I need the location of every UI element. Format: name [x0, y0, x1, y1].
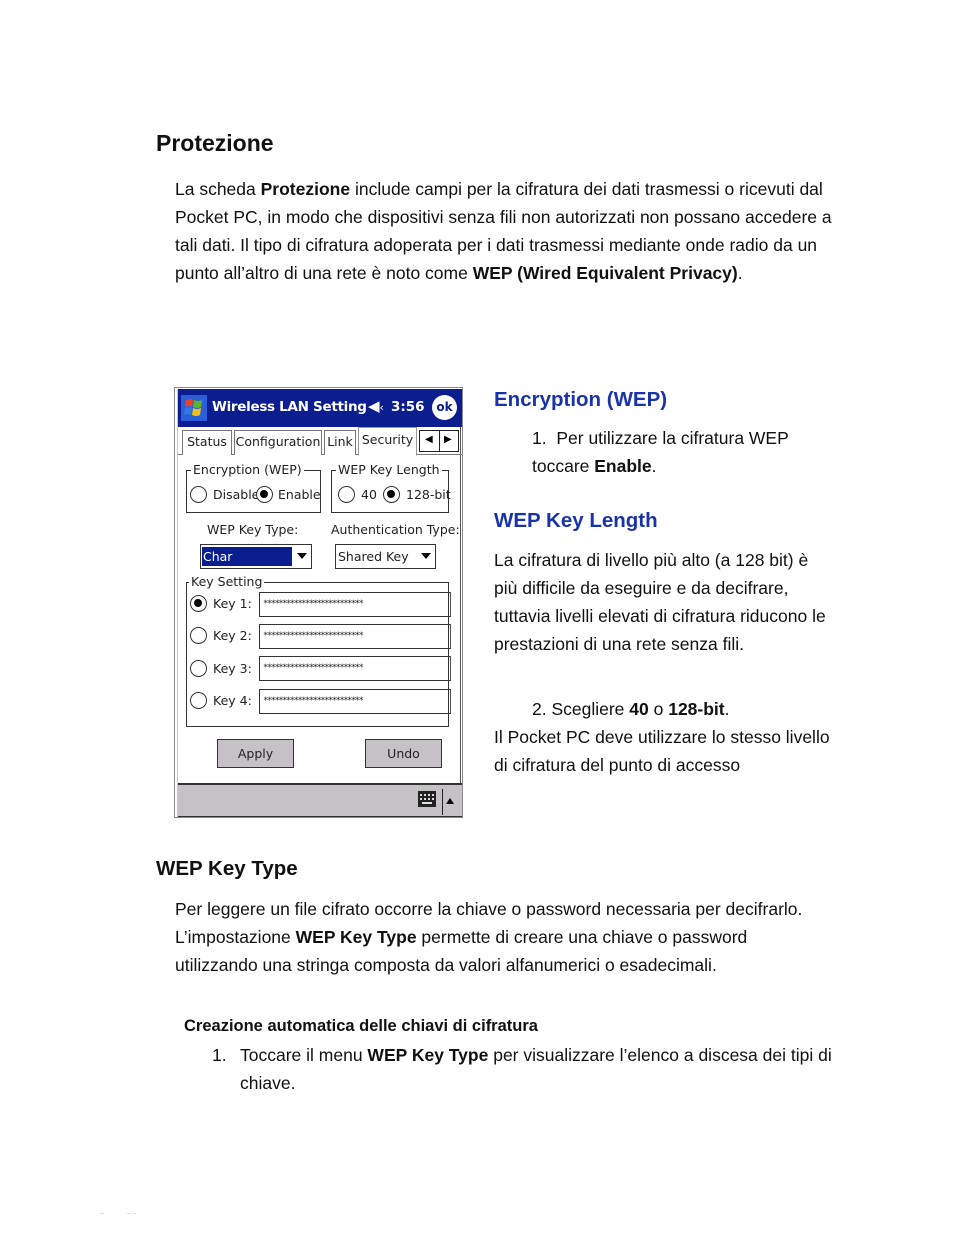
step-body: Toccare il menu WEP Key Type per visuali… [240, 1041, 852, 1097]
radio-key-4[interactable] [190, 692, 207, 709]
step-text: Toccare il menu [240, 1045, 368, 1065]
radio-key-2[interactable] [190, 627, 207, 644]
radio-enable-label: Enable [278, 487, 321, 502]
key-2-input[interactable]: ************************** [259, 624, 451, 649]
section-title: Protezione [156, 130, 274, 156]
step-text: . [651, 456, 657, 476]
intro-bold-wep: WEP (Wired Equivalent Privacy) [472, 263, 738, 283]
radio-key-1[interactable] [190, 595, 207, 612]
step-text: 2. Scegliere [532, 699, 630, 719]
tab-security[interactable]: Security [358, 427, 417, 456]
tab-scroll-left-icon[interactable]: ◀ [425, 434, 433, 445]
key-4-input[interactable]: ************************** [259, 689, 451, 714]
step-number: 1. [212, 1045, 227, 1065]
apply-button[interactable]: Apply [217, 739, 294, 768]
key-type-select[interactable]: Char [200, 544, 312, 569]
intro-text: La scheda [175, 179, 261, 199]
triangle-up-icon[interactable] [446, 798, 454, 804]
step-text: Per utilizzare la cifratura WEP toccare [532, 428, 789, 476]
step-number: 1. [532, 428, 547, 448]
key-length-legend: WEP Key Length [336, 462, 442, 477]
step-bold-enable: Enable [594, 456, 652, 476]
intro-text: . [737, 263, 743, 283]
intro-bold-protezione: Protezione [260, 179, 351, 199]
key-length-note: Il Pocket PC deve utilizzare lo stesso l… [494, 727, 830, 775]
encryption-legend: Encryption (WEP) [191, 462, 304, 477]
tab-scroll-divider [439, 431, 440, 451]
key-length-body: La cifratura di livello più alto (a 128 … [494, 550, 826, 654]
chevron-down-icon [297, 553, 307, 559]
windows-flag-icon[interactable] [181, 395, 207, 421]
key-2-label: Key 2: [213, 628, 252, 643]
input-panel-divider [442, 789, 443, 815]
auto-key-step-1: 1. Toccare il menu WEP Key Type per visu… [212, 1041, 852, 1097]
speaker-icon[interactable]: ◀︎‹ [368, 397, 384, 415]
auto-key-subheading: Creazione automatica delle chiavi di cif… [184, 1017, 538, 1035]
clock[interactable]: 3:56 [391, 399, 425, 415]
tab-scroll-right-icon[interactable]: ▶ [444, 434, 452, 445]
footer-mark [133, 1213, 136, 1214]
step-bold-128bit: 128-bit [668, 699, 725, 719]
ok-button[interactable]: ok [432, 395, 457, 420]
input-panel-bar [178, 783, 462, 817]
para-bold-wep-key-type: WEP Key Type [295, 927, 417, 947]
key-1-input[interactable]: ************************** [259, 592, 451, 617]
undo-button[interactable]: Undo [365, 739, 442, 768]
radio-enable[interactable] [256, 486, 273, 503]
radio-40-label: 40 [361, 487, 377, 502]
radio-40[interactable] [338, 486, 355, 503]
radio-key-3[interactable] [190, 660, 207, 677]
key-type-value: Char [202, 547, 292, 566]
chevron-down-icon [421, 553, 431, 559]
intro-paragraph: La scheda Protezione include campi per l… [175, 175, 855, 287]
key-3-input[interactable]: ************************** [259, 656, 451, 681]
radio-128bit[interactable] [383, 486, 400, 503]
tab-link[interactable]: Link [324, 430, 356, 455]
encryption-wep-heading: Encryption (WEP) [494, 388, 668, 411]
title-bar: Wireless LAN Setting ◀︎‹ 3:56 ok [178, 389, 462, 427]
key-type-label: WEP Key Type: [207, 522, 299, 537]
step-bold-40: 40 [629, 699, 649, 719]
key-4-label: Key 4: [213, 693, 252, 708]
auth-type-value: Shared Key [338, 549, 409, 564]
radio-disable-label: Disable [213, 487, 260, 502]
auth-type-label: Authentication Type: [331, 522, 460, 537]
wep-key-type-heading: WEP Key Type [156, 857, 298, 880]
app-title: Wireless LAN Setting [212, 399, 367, 415]
key-setting-group: Key Setting Key 1: *********************… [186, 574, 451, 727]
key-type-paragraph: Per leggere un file cifrato occorre la c… [175, 895, 815, 979]
tab-status[interactable]: Status [182, 430, 232, 455]
keyboard-icon[interactable] [418, 791, 436, 807]
step-bold-wep-key-type: WEP Key Type [367, 1045, 489, 1065]
step-text: . [724, 699, 730, 719]
step-text: o [648, 699, 669, 719]
encryption-group: Encryption (WEP) Disable Enable [186, 462, 321, 513]
tab-scroll-buttons: ◀ ▶ [419, 430, 459, 452]
footer-mark [100, 1213, 104, 1214]
auth-type-select[interactable]: Shared Key [335, 544, 436, 569]
pocket-pc-screenshot: Wireless LAN Setting ◀︎‹ 3:56 ok Status … [174, 387, 463, 818]
radio-128bit-label: 128-bit [406, 487, 451, 502]
tab-bar: Status Configuration Link Security ◀ ▶ [178, 427, 462, 456]
tab-configuration[interactable]: Configuration [234, 430, 322, 455]
wep-key-length-heading: WEP Key Length [494, 509, 658, 532]
key-3-label: Key 3: [213, 661, 252, 676]
encryption-step-1: 1. Per utilizzare la cifratura WEP tocca… [532, 424, 832, 480]
key-length-step-2: 2. Scegliere 40 o 128-bit. [532, 695, 852, 723]
radio-disable[interactable] [190, 486, 207, 503]
key-1-label: Key 1: [213, 596, 252, 611]
key-setting-legend: Key Setting [189, 574, 265, 589]
footer-mark [127, 1213, 131, 1214]
pocket-pc-screen: Wireless LAN Setting ◀︎‹ 3:56 ok Status … [177, 389, 462, 817]
key-length-group: WEP Key Length 40 128-bit [331, 462, 451, 513]
